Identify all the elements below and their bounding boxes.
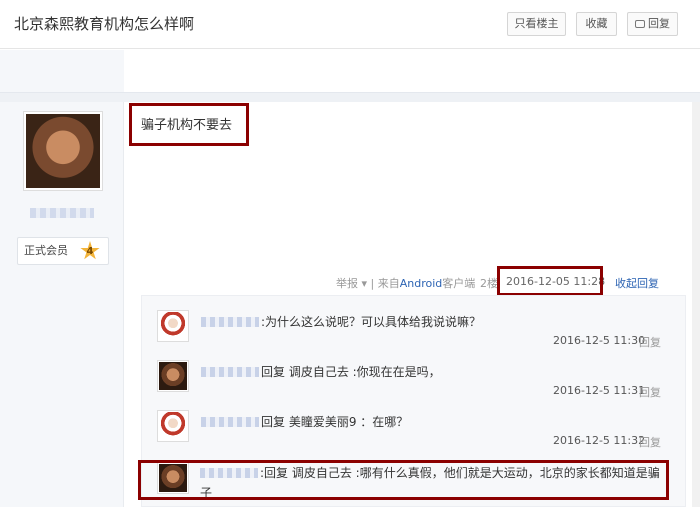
highlight-box-post xyxy=(129,103,249,146)
comment-icon xyxy=(635,20,645,28)
reply-avatar[interactable] xyxy=(157,310,189,342)
author-avatar[interactable] xyxy=(23,111,103,191)
reply-text: 回复 美瞳爱美丽9 ：在哪？ xyxy=(201,413,408,430)
reply-time: 2016-12-5 11:31 xyxy=(553,384,646,397)
reply-avatar[interactable] xyxy=(157,410,189,442)
android-link[interactable]: Android xyxy=(400,277,443,290)
reply-link[interactable]: 回复 xyxy=(639,334,661,350)
thread-title: 北京森熙教育机构怎么样啊 xyxy=(14,15,195,33)
reply-button-label: 回复 xyxy=(648,17,670,30)
scrollbar[interactable] xyxy=(692,102,700,507)
reply-link[interactable]: 回复 xyxy=(639,434,661,450)
chevron-down-icon[interactable]: ▾ xyxy=(358,277,371,290)
level-star-icon: 4 xyxy=(80,241,100,260)
thread-header: 北京森熙教育机构怎么样啊 只看楼主 收藏 回复 xyxy=(0,0,700,49)
reply-username-blurred[interactable] xyxy=(201,417,259,427)
divider-band xyxy=(0,92,700,102)
highlight-box-date xyxy=(497,266,603,296)
favorite-button[interactable]: 收藏 xyxy=(576,12,617,36)
member-role: 正式会员 xyxy=(24,244,68,257)
reply-avatar[interactable] xyxy=(157,360,189,392)
reply-username-blurred[interactable] xyxy=(201,367,259,377)
reply-username-blurred[interactable] xyxy=(201,317,259,327)
reply-text: 回复 调皮自己去 :你现在在是吗， xyxy=(201,363,441,380)
floor-number: 2楼 xyxy=(480,277,498,290)
member-badge: 正式会员 4 xyxy=(17,237,109,265)
collapse-replies-link[interactable]: 收起回复 xyxy=(615,275,659,291)
highlight-box-reply xyxy=(138,460,669,500)
author-name-blurred[interactable] xyxy=(30,208,94,218)
reply-time: 2016-12-5 11:30 xyxy=(553,334,646,347)
reply-button[interactable]: 回复 xyxy=(627,12,678,36)
only-op-button[interactable]: 只看楼主 xyxy=(507,12,566,36)
reply-link[interactable]: 回复 xyxy=(639,384,661,400)
reply-text: :为什么这么说呢？可以具体给我说说嘛？ xyxy=(201,313,481,330)
report-link[interactable]: 举报 xyxy=(336,277,358,290)
reply-time: 2016-12-5 11:32 xyxy=(553,434,646,447)
post-meta-source: 举报 ▾ | 来自Android客户端 xyxy=(336,277,476,290)
toolbar-strip xyxy=(0,50,700,92)
